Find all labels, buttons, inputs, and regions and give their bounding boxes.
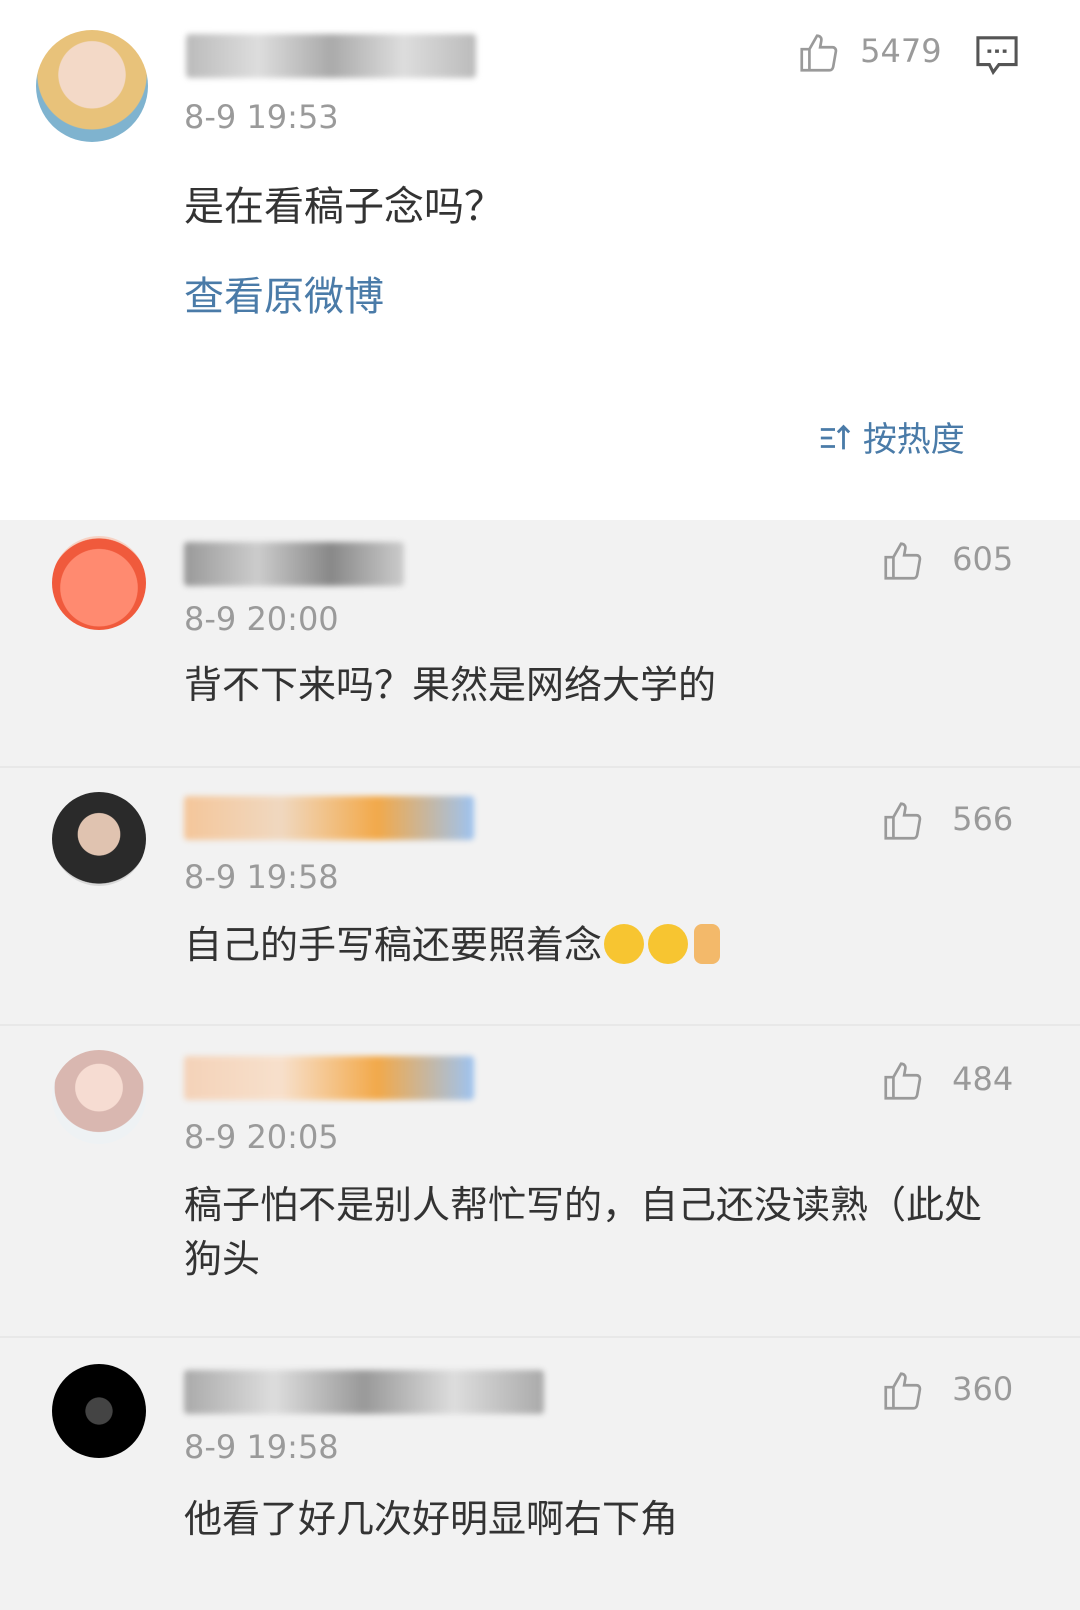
- thumbs-up-icon: [880, 1060, 936, 1100]
- view-original-link[interactable]: 查看原微博: [184, 270, 384, 324]
- comment-text-body: 自己的手写稿还要照着念: [184, 923, 603, 967]
- thumbs-up-icon: [880, 540, 936, 580]
- sort-button[interactable]: 按热度: [818, 412, 965, 461]
- divider: [0, 766, 1080, 768]
- comment-text: 稿子怕不是别人帮忙写的，自己还没读熟（此处狗头: [184, 1183, 983, 1281]
- sort-icon: [818, 420, 863, 460]
- comment-button[interactable]: [974, 34, 1020, 80]
- comment-text: 他看了好几次好明显啊右下角: [184, 1497, 679, 1541]
- like-count: 484: [952, 1060, 1014, 1098]
- like-count: 360: [952, 1370, 1014, 1408]
- laughing-tears-emoji: [604, 924, 645, 964]
- thumbs-up-icon: [880, 1370, 936, 1410]
- thumbs-up-icon: [796, 32, 852, 72]
- comment-bubble-icon: [974, 36, 1020, 80]
- like-button[interactable]: 566: [880, 798, 1013, 844]
- comment-text: 背不下来吗？果然是网络大学的: [184, 663, 717, 707]
- sort-label: 按热度: [862, 420, 965, 460]
- avatar[interactable]: [52, 1364, 146, 1458]
- grinning-emoji: [648, 924, 689, 964]
- comment-list: 8-9 20:00 605 背不下来吗？果然是网络大学的 8-9 19:58 5…: [0, 520, 1080, 1610]
- like-button[interactable]: 5479: [796, 30, 942, 76]
- post-text: 是在看稿子念吗？: [184, 184, 504, 230]
- avatar[interactable]: [52, 536, 146, 630]
- thumbs-up-emoji: [694, 924, 721, 964]
- username-blurred[interactable]: [184, 1370, 544, 1414]
- username-blurred[interactable]: [184, 542, 404, 586]
- username-blurred[interactable]: [184, 1056, 474, 1100]
- like-button[interactable]: 360: [880, 1368, 1013, 1414]
- divider: [0, 1336, 1080, 1338]
- like-count: 605: [952, 540, 1014, 578]
- comment-time: 8-9 20:00: [184, 600, 339, 638]
- comment-time: 8-9 19:58: [184, 1428, 339, 1466]
- divider: [0, 1024, 1080, 1026]
- like-button[interactable]: 605: [880, 538, 1013, 584]
- comment-time: 8-9 20:05: [184, 1118, 339, 1156]
- username-blurred[interactable]: [184, 796, 474, 840]
- like-count: 5479: [860, 32, 942, 70]
- comment-text: 自己的手写稿还要照着念: [184, 918, 721, 972]
- avatar[interactable]: [52, 1050, 146, 1144]
- avatar[interactable]: [36, 30, 148, 142]
- comment-time: 8-9 19:58: [184, 858, 339, 896]
- like-button[interactable]: 484: [880, 1058, 1013, 1104]
- like-count: 566: [952, 800, 1014, 838]
- username-blurred[interactable]: [186, 34, 476, 78]
- avatar[interactable]: [52, 792, 146, 886]
- main-post: 8-9 19:53 5479 是在看稿子念吗？ 查看原微博 按热度: [0, 0, 1080, 520]
- thumbs-up-icon: [880, 800, 936, 840]
- post-time: 8-9 19:53: [184, 98, 339, 136]
